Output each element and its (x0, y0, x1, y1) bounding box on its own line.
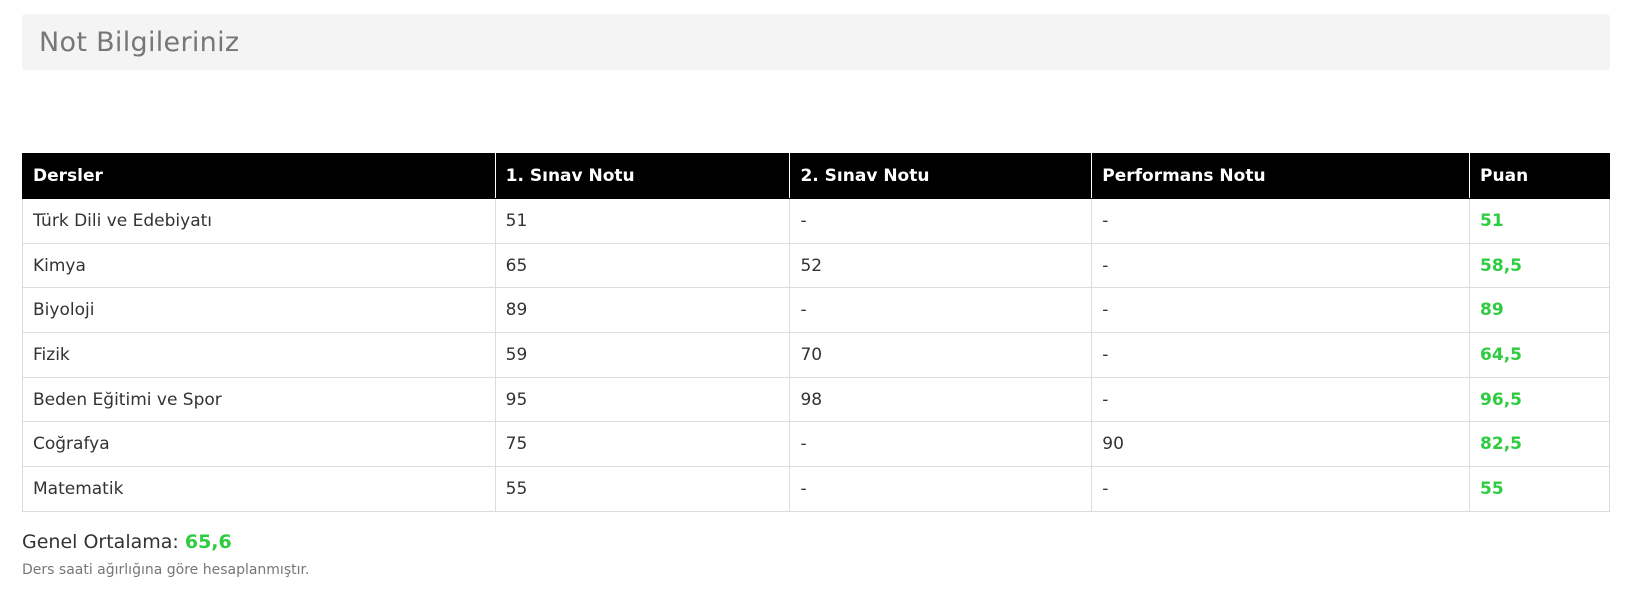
overall-average-label: Genel Ortalama: (22, 531, 179, 553)
course-score: 55 (1469, 466, 1610, 512)
exam-1-grade: 59 (494, 332, 791, 378)
performance-grade: - (1091, 466, 1471, 512)
table-row: Matematik 55 - - 55 (22, 466, 1610, 512)
exam-2-grade: 52 (789, 242, 1093, 289)
course-name: Biyoloji (22, 287, 496, 334)
exam-1-grade: 65 (494, 242, 791, 289)
table-row: Coğrafya 75 - 90 82,5 (22, 421, 1610, 468)
course-score: 58,5 (1469, 242, 1610, 289)
course-score: 51 (1469, 198, 1610, 244)
table-row: Fizik 59 70 - 64,5 (22, 332, 1610, 378)
course-score: 89 (1469, 287, 1610, 334)
exam-2-grade: - (789, 421, 1093, 468)
performance-grade: - (1091, 242, 1471, 289)
overall-average: Genel Ortalama: 65,6 (22, 531, 232, 553)
exam-1-grade: 55 (494, 466, 791, 512)
header-performance: Performans Notu (1091, 153, 1471, 199)
course-name: Matematik (22, 466, 496, 512)
course-name: Türk Dili ve Edebiyatı (22, 198, 496, 244)
table-header-row: Dersler 1. Sınav Notu 2. Sınav Notu Perf… (22, 153, 1610, 199)
course-name: Kimya (22, 242, 496, 289)
course-name: Beden Eğitimi ve Spor (22, 376, 496, 423)
course-name: Coğrafya (22, 421, 496, 468)
header-exam-1: 1. Sınav Notu (494, 153, 791, 199)
header-score: Puan (1469, 153, 1610, 199)
exam-2-grade: - (789, 466, 1093, 512)
page: Not Bilgileriniz Dersler 1. Sınav Notu 2… (0, 0, 1635, 602)
course-score: 64,5 (1469, 332, 1610, 378)
exam-2-grade: 98 (789, 376, 1093, 423)
exam-2-grade: 70 (789, 332, 1093, 378)
table-row: Kimya 65 52 - 58,5 (22, 242, 1610, 289)
table-row: Beden Eğitimi ve Spor 95 98 - 96,5 (22, 376, 1610, 423)
table-row: Biyoloji 89 - - 89 (22, 287, 1610, 334)
performance-grade: - (1091, 198, 1471, 244)
exam-1-grade: 51 (494, 198, 791, 244)
course-score: 96,5 (1469, 376, 1610, 423)
performance-grade: - (1091, 332, 1471, 378)
table-row: Türk Dili ve Edebiyatı 51 - - 51 (22, 198, 1610, 244)
course-name: Fizik (22, 332, 496, 378)
performance-grade: 90 (1091, 421, 1471, 468)
exam-1-grade: 95 (494, 376, 791, 423)
header-exam-2: 2. Sınav Notu (789, 153, 1093, 199)
grades-table: Dersler 1. Sınav Notu 2. Sınav Notu Perf… (22, 153, 1610, 512)
overall-average-value: 65,6 (184, 531, 232, 553)
exam-2-grade: - (789, 198, 1093, 244)
course-score: 82,5 (1469, 421, 1610, 468)
title-bar: Not Bilgileriniz (22, 14, 1610, 70)
performance-grade: - (1091, 287, 1471, 334)
average-note: Ders saati ağırlığına göre hesaplanmıştı… (22, 562, 310, 578)
page-title: Not Bilgileriniz (39, 26, 240, 58)
exam-2-grade: - (789, 287, 1093, 334)
exam-1-grade: 75 (494, 421, 791, 468)
header-dersler: Dersler (22, 153, 496, 199)
exam-1-grade: 89 (494, 287, 791, 334)
performance-grade: - (1091, 376, 1471, 423)
